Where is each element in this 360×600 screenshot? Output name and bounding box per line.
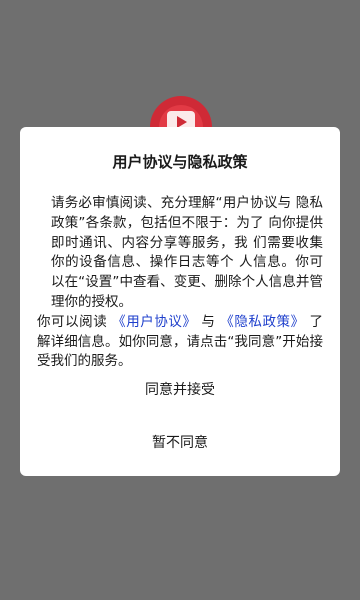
agree-button[interactable]: 同意并接受 (20, 380, 340, 400)
agreement-dialog: 用户协议与隐私政策 请务必审慎阅读、充分理解“用户协议与 隐私政策”各条款，包括… (20, 127, 340, 476)
agreement-paragraph: 请务必审慎阅读、充分理解“用户协议与 隐私政策”各条款，包括但不限于：为了 向你… (51, 195, 323, 310)
dialog-title: 用户协议与隐私政策 (112, 153, 248, 171)
read-more-paragraph: 你可以阅读 《用户协议》 与 《隐私政策》 了解详细信息。如你同意，请点击“我同… (37, 313, 323, 372)
read-more-mid: 与 (196, 313, 221, 330)
user-agreement-link[interactable]: 《用户协议》 (112, 314, 196, 330)
read-more-lead: 你可以阅读 (37, 313, 113, 330)
decline-button[interactable]: 暂不同意 (20, 433, 340, 453)
dialog-body: 请务必审慎阅读、充分理解“用户协议与 隐私政策”各条款，包括但不限于：为了 向你… (37, 194, 323, 372)
privacy-policy-link[interactable]: 《隐私政策》 (220, 314, 304, 330)
